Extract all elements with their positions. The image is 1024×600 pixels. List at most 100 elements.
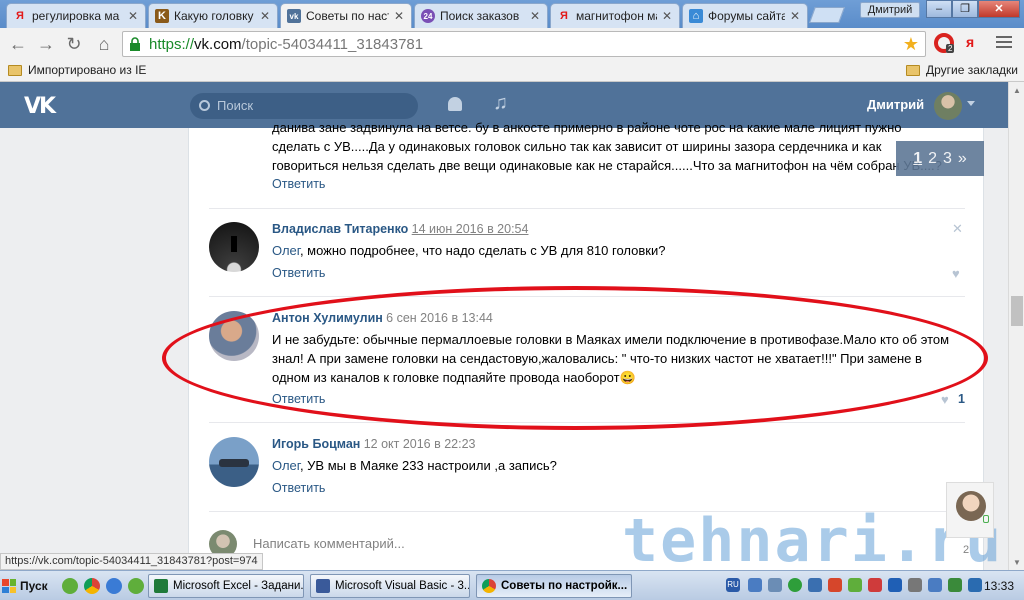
- bookmark-folder-imported[interactable]: Импортировано из IE: [8, 63, 146, 77]
- minimize-button[interactable]: –: [926, 0, 952, 18]
- app-tray-icon[interactable]: [868, 578, 882, 592]
- taskbar-item-chrome[interactable]: Советы по настройк...: [476, 574, 632, 598]
- comment-date[interactable]: 14 июн 2016 в 20:54: [412, 222, 529, 236]
- bluetooth-icon[interactable]: [888, 578, 902, 592]
- antivirus-icon[interactable]: [828, 578, 842, 592]
- smile-emoji-icon: 😀: [619, 370, 636, 385]
- close-icon[interactable]: ✕: [259, 9, 271, 23]
- mention-link[interactable]: Олег: [272, 458, 300, 473]
- comment-author[interactable]: Владислав Титаренко: [272, 222, 408, 236]
- browser-menu-icon[interactable]: [996, 36, 1012, 50]
- tab-4[interactable]: 24 Поиск заказов ✕: [414, 3, 548, 28]
- comment-input[interactable]: Написать комментарий...: [253, 536, 405, 551]
- chat-widget[interactable]: [946, 482, 994, 538]
- mention-link[interactable]: Олег: [272, 243, 300, 258]
- comment-header: Владислав Титаренко 14 июн 2016 в 20:54: [272, 222, 528, 236]
- bookmark-label: Импортировано из IE: [28, 63, 147, 77]
- tab-3-active[interactable]: vk Советы по наст ✕: [280, 3, 412, 28]
- close-icon[interactable]: ✕: [127, 9, 139, 23]
- tab-5[interactable]: Я магнитофон ма ✕: [550, 3, 680, 28]
- user-avatar[interactable]: [934, 92, 962, 120]
- music-note-icon[interactable]: ♫: [493, 92, 508, 115]
- chrome-icon[interactable]: [84, 578, 100, 594]
- maximize-button[interactable]: ❐: [952, 0, 978, 18]
- network-icon[interactable]: [928, 578, 942, 592]
- display-icon[interactable]: [768, 578, 782, 592]
- reload-icon[interactable]: ↻: [62, 32, 86, 56]
- reply-link[interactable]: Ответить: [272, 481, 325, 495]
- quicklaunch-icon[interactable]: [128, 578, 144, 594]
- tab-6[interactable]: ⌂ Форумы сайта ✕: [682, 3, 808, 28]
- taskbar-item-vba[interactable]: Microsoft Visual Basic - 3...: [310, 574, 470, 598]
- page-link[interactable]: 2: [928, 150, 937, 168]
- avatar[interactable]: [209, 311, 259, 361]
- reply-link[interactable]: Ответить: [272, 266, 325, 280]
- forward-icon[interactable]: →: [34, 32, 58, 56]
- app-tray-icon[interactable]: [848, 578, 862, 592]
- reply-link[interactable]: Ответить: [272, 392, 325, 406]
- comment-author[interactable]: Игорь Боцман: [272, 437, 360, 451]
- close-icon[interactable]: ✕: [393, 9, 405, 23]
- chat-avatar: [956, 491, 986, 521]
- icq-icon[interactable]: [788, 578, 802, 592]
- yandex-icon: Я: [16, 10, 24, 22]
- back-icon[interactable]: ←: [6, 32, 30, 56]
- comment-date[interactable]: 12 окт 2016 в 22:23: [364, 437, 476, 451]
- user-name[interactable]: Дмитрий: [867, 97, 924, 112]
- start-button[interactable]: Пуск: [2, 574, 52, 598]
- search-input[interactable]: Поиск: [190, 93, 418, 119]
- chevron-down-icon[interactable]: [967, 101, 975, 106]
- browser-tabstrip: Я регулировка ма ✕ K Какую головку ✕ vk …: [0, 0, 1024, 28]
- tab-2[interactable]: K Какую головку ✕: [148, 3, 278, 28]
- yandex-extension-icon[interactable]: я: [966, 34, 974, 50]
- taskbar-item-excel[interactable]: Microsoft Excel - Задани...: [148, 574, 304, 598]
- comment-header: Антон Хулимулин 6 сен 2016 в 13:44: [272, 311, 493, 325]
- globe-icon: 24: [421, 9, 435, 23]
- scrollbar-thumb[interactable]: [1011, 296, 1023, 326]
- new-tab-button[interactable]: [809, 7, 845, 23]
- app-tray-icon[interactable]: [808, 578, 822, 592]
- scroll-up-icon[interactable]: ▲: [1013, 86, 1021, 95]
- bookmark-folder-other[interactable]: Другие закладки: [906, 63, 1018, 77]
- bookmark-star-icon[interactable]: ★: [903, 34, 919, 55]
- network-icon[interactable]: [748, 578, 762, 592]
- taskbar-clock[interactable]: 13:33: [984, 579, 1014, 593]
- like-icon[interactable]: ♥: [952, 266, 960, 281]
- ie-icon[interactable]: [106, 578, 122, 594]
- close-icon[interactable]: ✕: [661, 9, 673, 23]
- tab-label: Какую головку: [174, 9, 254, 23]
- page-link[interactable]: 3: [943, 150, 952, 168]
- tab-1[interactable]: Я регулировка ма ✕: [6, 3, 146, 28]
- close-icon[interactable]: ✕: [529, 9, 541, 23]
- status-bar-url: https://vk.com/topic-54034411_31843781?p…: [0, 553, 263, 570]
- quicklaunch-icon[interactable]: [62, 578, 78, 594]
- profile-chip[interactable]: Дмитрий: [860, 2, 920, 18]
- extension-badge: 2: [946, 44, 955, 53]
- home-icon[interactable]: ⌂: [92, 32, 116, 56]
- language-indicator[interactable]: RU: [726, 578, 740, 592]
- volume-icon[interactable]: [908, 578, 922, 592]
- house-icon: ⌂: [689, 9, 703, 23]
- avatar[interactable]: [209, 437, 259, 487]
- vk-logo[interactable]: VK: [24, 94, 56, 119]
- address-bar[interactable]: https://vk.com/topic-54034411_31843781 ★: [122, 31, 926, 57]
- app-tray-icon[interactable]: [948, 578, 962, 592]
- windows-taskbar: Пуск Microsoft Excel - Задани... Microso…: [0, 570, 1024, 600]
- avatar[interactable]: [209, 222, 259, 272]
- folder-icon: [8, 64, 22, 76]
- app-tray-icon[interactable]: [968, 578, 982, 592]
- next-page-link[interactable]: »: [958, 150, 967, 168]
- close-icon[interactable]: ✕: [789, 9, 801, 23]
- reply-link[interactable]: Ответить: [272, 177, 325, 191]
- comment-date[interactable]: 6 сен 2016 в 13:44: [386, 311, 493, 325]
- close-icon[interactable]: ✕: [952, 221, 963, 237]
- divider: [209, 296, 965, 297]
- page-link[interactable]: 1: [913, 150, 922, 168]
- page-scrollbar[interactable]: ▲ ▼: [1008, 82, 1024, 570]
- notifications-bell-icon[interactable]: [448, 97, 462, 111]
- scroll-down-icon[interactable]: ▼: [1013, 558, 1021, 567]
- close-window-button[interactable]: ✕: [978, 0, 1020, 18]
- comment-author[interactable]: Антон Хулимулин: [272, 311, 383, 325]
- like-icon[interactable]: ♥: [941, 392, 949, 407]
- tab-label: Форумы сайта: [708, 9, 785, 23]
